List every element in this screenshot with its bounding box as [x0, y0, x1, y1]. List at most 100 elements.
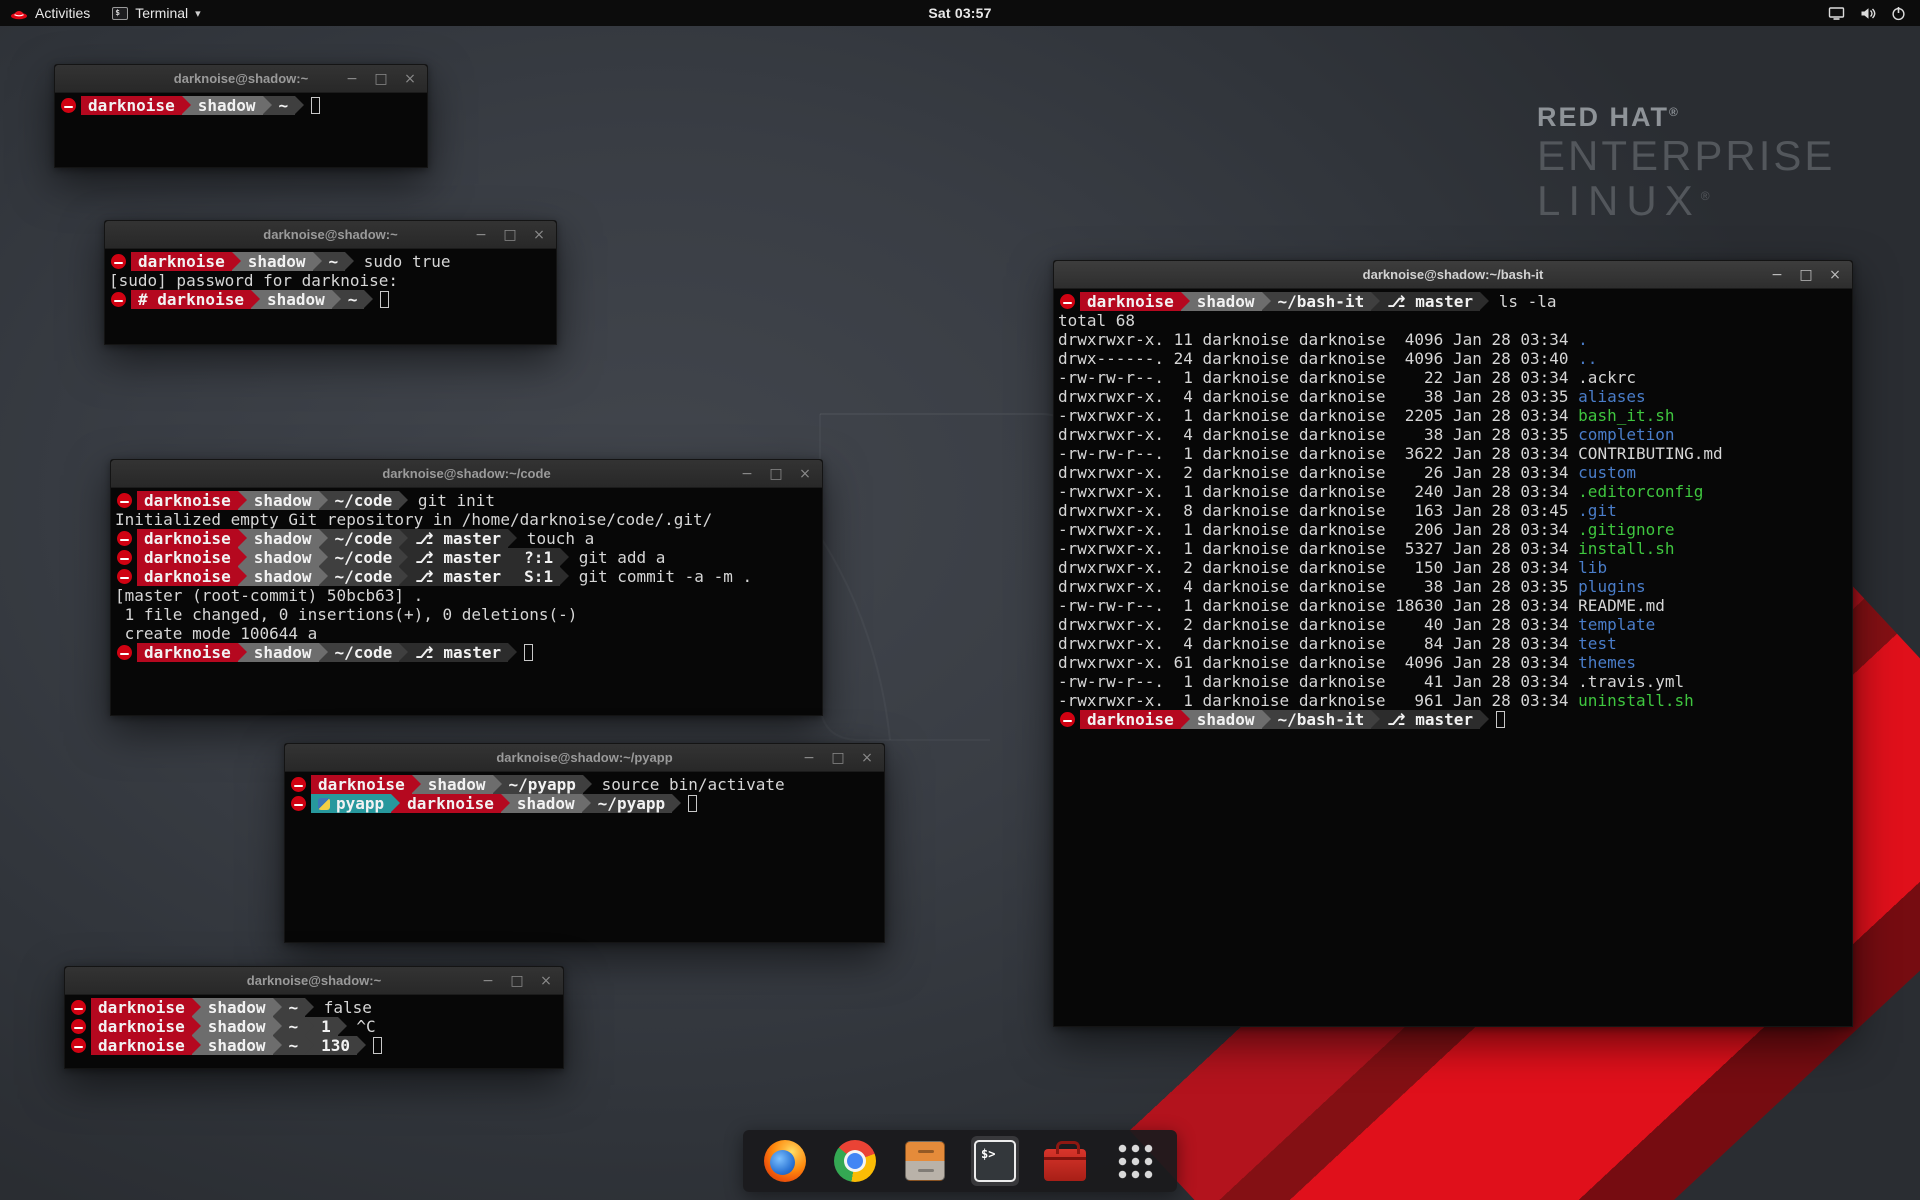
prompt-segment: shadow — [247, 548, 319, 567]
file-name: lib — [1578, 558, 1607, 577]
terminal-content[interactable]: darknoiseshadow~/code git initInitialize… — [111, 488, 822, 665]
display-icon[interactable] — [1828, 6, 1845, 21]
close-button[interactable]: × — [860, 751, 874, 765]
terminal-text: git add a — [569, 548, 665, 567]
terminal-text: git commit -a -m . — [569, 567, 752, 586]
terminal-line: [master (root-commit) 50bcb63] . — [115, 586, 818, 605]
terminal-window-5[interactable]: darknoise@shadow:~−□×darknoiseshadow~ fa… — [64, 966, 564, 1069]
maximize-button[interactable]: □ — [831, 751, 845, 765]
terminal-line: -rw-rw-r--. 1 darknoise darknoise 18630 … — [1058, 596, 1848, 615]
maximize-button[interactable]: □ — [374, 72, 388, 86]
redhat-prompt-icon — [117, 645, 132, 660]
terminal-text: total 68 — [1058, 311, 1135, 330]
powerline-arrow — [508, 529, 517, 548]
prompt-segment: ⎇ master — [408, 567, 508, 586]
toolbox-launcher[interactable] — [1041, 1136, 1089, 1186]
terminal-line: -rwxrwxr-x. 1 darknoise darknoise 2205 J… — [1058, 406, 1848, 425]
terminal-content[interactable]: darknoiseshadow~/pyapp source bin/activa… — [285, 772, 884, 816]
maximize-button[interactable]: □ — [503, 228, 517, 242]
activities-button[interactable]: Activities — [0, 0, 100, 26]
minimize-button[interactable]: − — [1770, 268, 1784, 282]
terminal-cursor — [311, 97, 320, 114]
segment-text: ~ — [289, 1017, 299, 1036]
segment-text: ?:1 — [524, 548, 553, 567]
terminal-content[interactable]: darknoiseshadow~ — [55, 93, 427, 118]
python-icon — [318, 798, 330, 810]
terminal-text: drwxrwxr-x. 4 darknoise darknoise 38 Jan… — [1058, 425, 1578, 444]
prompt-segment: darknoise — [137, 491, 238, 510]
maximize-button[interactable]: □ — [510, 974, 524, 988]
maximize-button[interactable]: □ — [1799, 268, 1813, 282]
chevron-down-icon: ▾ — [195, 7, 201, 20]
minimize-button[interactable]: − — [740, 467, 754, 481]
segment-text: darknoise — [98, 1036, 185, 1055]
terminal-content[interactable]: darknoiseshadow~ sudo true[sudo] passwor… — [105, 249, 556, 312]
terminal-window-3[interactable]: darknoise@shadow:~/code−□×darknoiseshado… — [110, 459, 823, 716]
redhat-logo-icon — [10, 6, 28, 20]
minimize-button[interactable]: − — [481, 974, 495, 988]
terminal-text: README.md — [1578, 596, 1665, 615]
prompt-segment: shadow — [510, 794, 582, 813]
volume-icon[interactable] — [1860, 6, 1876, 21]
chrome-launcher[interactable] — [831, 1136, 879, 1186]
terminal-line: drwxrwxr-x. 2 darknoise darknoise 40 Jan… — [1058, 615, 1848, 634]
prompt-segment: ~/bash-it — [1271, 710, 1372, 729]
minimize-button[interactable]: − — [802, 751, 816, 765]
prompt-segment: darknoise — [400, 794, 501, 813]
terminal-line: drwxrwxr-x. 4 darknoise darknoise 38 Jan… — [1058, 577, 1848, 596]
prompt-segment: darknoise — [1080, 710, 1181, 729]
terminal-line: darknoiseshadow~/bash-it⎇ master — [1058, 710, 1848, 729]
minimize-button[interactable]: − — [345, 72, 359, 86]
segment-text: darknoise — [138, 252, 225, 271]
terminal-line: darknoiseshadow~1 ^C — [69, 1017, 559, 1036]
terminal-line: darknoiseshadow~130 — [69, 1036, 559, 1055]
clock[interactable]: Sat 03:57 — [928, 5, 991, 21]
maximize-button[interactable]: □ — [769, 467, 783, 481]
powerline-arrow — [319, 529, 328, 548]
power-icon[interactable] — [1891, 6, 1906, 21]
powerline-arrow — [1262, 292, 1271, 311]
close-button[interactable]: × — [798, 467, 812, 481]
chrome-icon — [834, 1140, 876, 1182]
window-titlebar[interactable]: darknoise@shadow:~−□× — [55, 65, 427, 93]
prompt-segment: shadow — [247, 491, 319, 510]
terminal-window-6[interactable]: darknoise@shadow:~/bash-it−□×darknoisesh… — [1053, 260, 1853, 1027]
prompt-segment: shadow — [1190, 710, 1262, 729]
window-titlebar[interactable]: darknoise@shadow:~−□× — [105, 221, 556, 249]
close-button[interactable]: × — [539, 974, 553, 988]
segment-text: shadow — [208, 998, 266, 1017]
terminal-content[interactable]: darknoiseshadow~ falsedarknoiseshadow~1 … — [65, 995, 563, 1058]
terminal-text: drwxrwxr-x. 8 darknoise darknoise 163 Ja… — [1058, 501, 1578, 520]
close-button[interactable]: × — [403, 72, 417, 86]
terminal-line: darknoiseshadow~/code git init — [115, 491, 818, 510]
window-titlebar[interactable]: darknoise@shadow:~/pyapp−□× — [285, 744, 884, 772]
close-button[interactable]: × — [532, 228, 546, 242]
prompt-segment: ~/code — [328, 567, 400, 586]
terminal-glyph: $> — [981, 1147, 995, 1180]
minimize-button[interactable]: − — [474, 228, 488, 242]
window-controls: − □ × — [1770, 261, 1842, 288]
powerline-arrow — [313, 252, 322, 271]
powerline-arrow — [560, 567, 569, 586]
terminal-window-4[interactable]: darknoise@shadow:~/pyapp−□×darknoiseshad… — [284, 743, 885, 943]
prompt-segment: darknoise — [91, 1017, 192, 1036]
app-menu-terminal[interactable]: Terminal ▾ — [100, 0, 212, 26]
powerline-arrow — [238, 491, 247, 510]
app-grid-launcher[interactable] — [1111, 1136, 1159, 1186]
powerline-arrow — [192, 998, 201, 1017]
window-titlebar[interactable]: darknoise@shadow:~/code−□× — [111, 460, 822, 488]
firefox-launcher[interactable] — [761, 1136, 809, 1186]
prompt-segment: darknoise — [311, 775, 412, 794]
terminal-launcher[interactable]: $> — [971, 1136, 1019, 1186]
terminal-line: total 68 — [1058, 311, 1848, 330]
window-titlebar[interactable]: darknoise@shadow:~/bash-it−□× — [1054, 261, 1852, 289]
terminal-window-1[interactable]: darknoise@shadow:~−□×darknoiseshadow~ — [54, 64, 428, 168]
close-button[interactable]: × — [1828, 268, 1842, 282]
terminal-text: drwxrwxr-x. 4 darknoise darknoise 38 Jan… — [1058, 387, 1578, 406]
prompt-segment: darknoise — [81, 96, 182, 115]
files-launcher[interactable] — [901, 1136, 949, 1186]
terminal-content[interactable]: darknoiseshadow~/bash-it⎇ master ls -lat… — [1054, 289, 1852, 732]
window-titlebar[interactable]: darknoise@shadow:~−□× — [65, 967, 563, 995]
redhat-prompt-icon — [1060, 712, 1075, 727]
terminal-window-2[interactable]: darknoise@shadow:~−□×darknoiseshadow~ su… — [104, 220, 557, 345]
